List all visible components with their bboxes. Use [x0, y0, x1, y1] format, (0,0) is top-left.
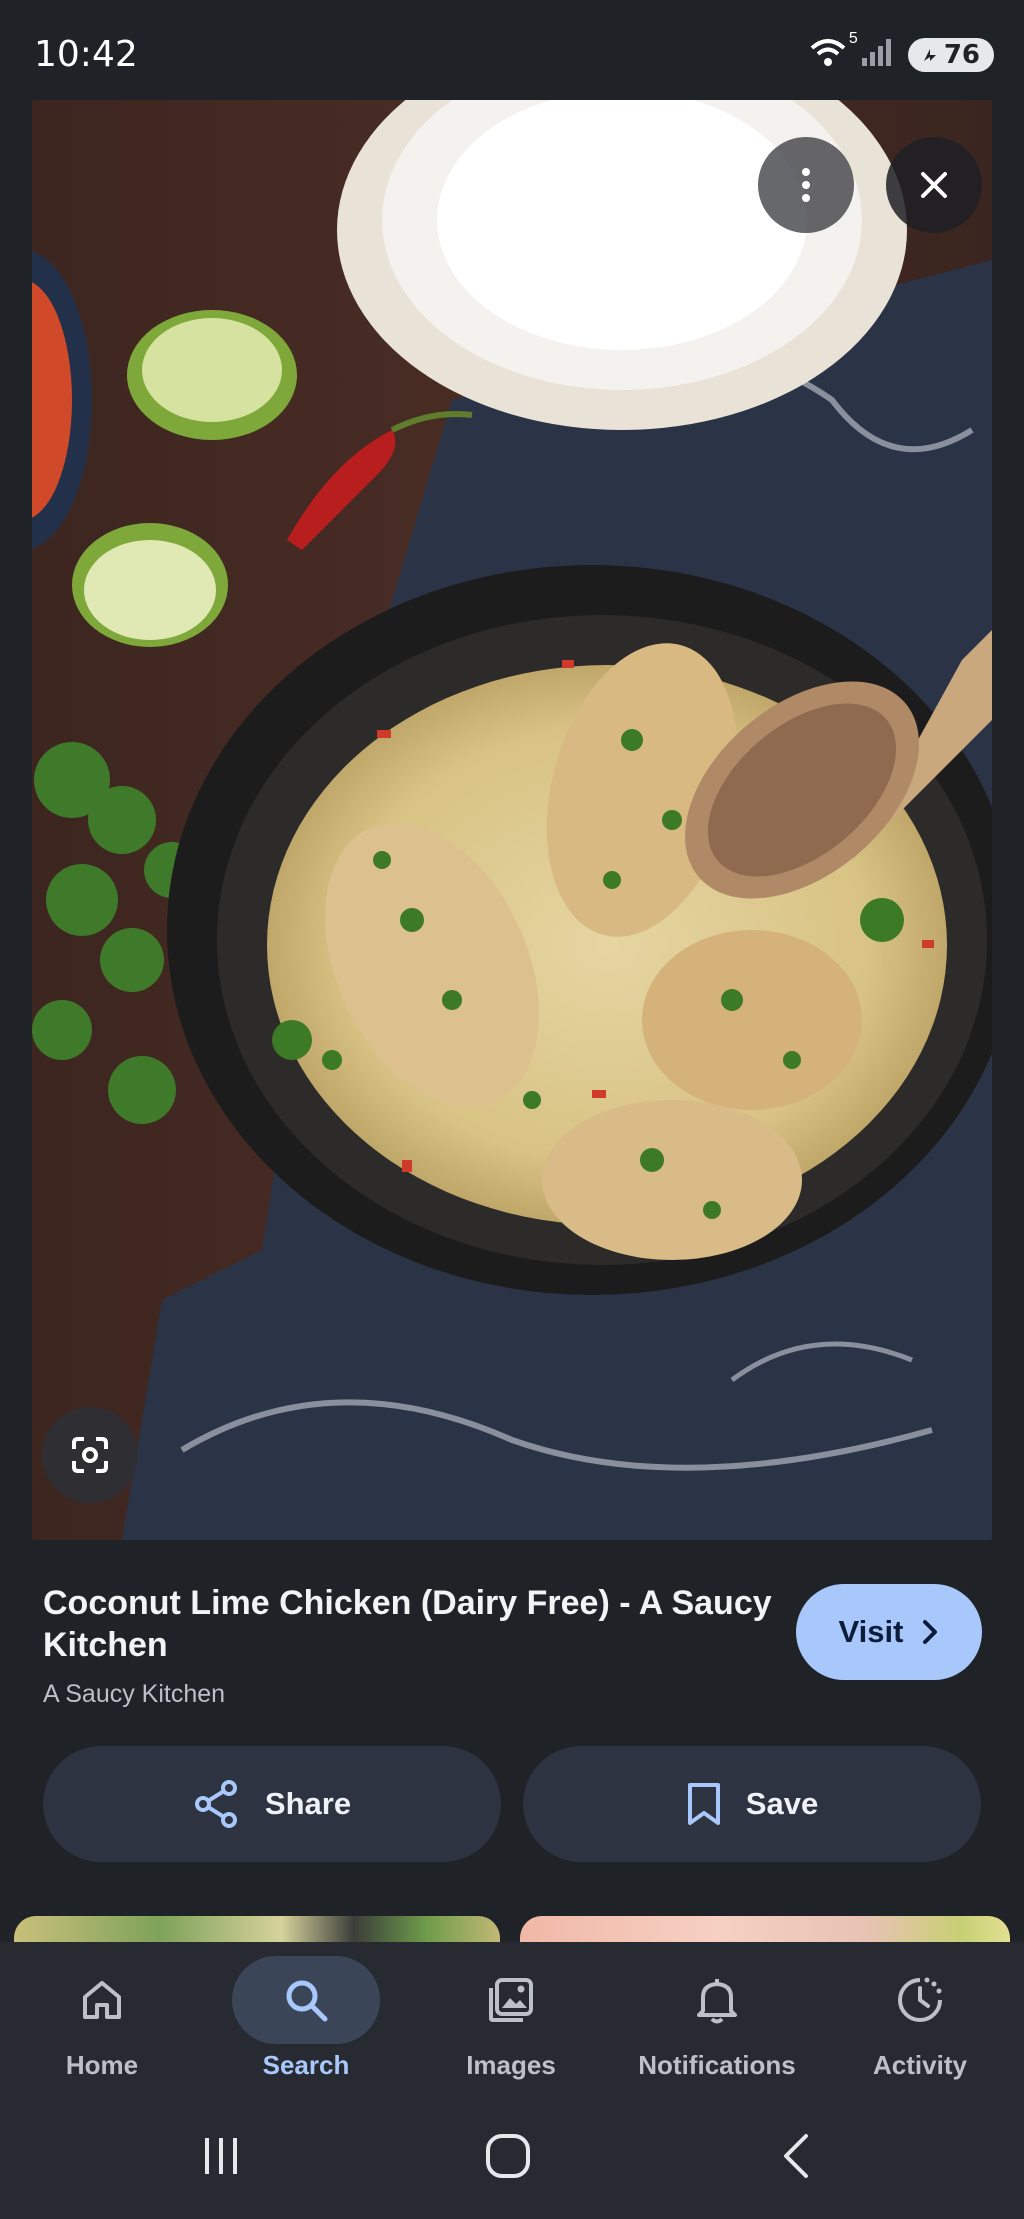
nav-home[interactable]: Home	[12, 1942, 192, 2092]
home-icon	[83, 1981, 121, 2019]
close-icon	[921, 172, 947, 198]
chevron-right-icon	[923, 1620, 938, 1644]
bottom-navigation: Home Search Images Notifications Activit…	[0, 1942, 1024, 2092]
recents-icon	[205, 2138, 237, 2174]
nav-search-label: Search	[262, 2050, 350, 2080]
status-icons: 5 76	[808, 30, 994, 73]
share-icon	[194, 1780, 237, 1828]
home-circle-icon	[486, 2134, 530, 2178]
close-button[interactable]	[886, 137, 982, 233]
bookmark-icon	[687, 1783, 720, 1825]
food-image[interactable]	[32, 100, 992, 1540]
activity-icon	[898, 1977, 942, 2022]
images-icon	[489, 1978, 533, 2022]
search-icon	[286, 1980, 328, 2022]
more-options-button[interactable]	[758, 137, 854, 233]
related-image-thumbnail[interactable]	[14, 1916, 500, 1942]
status-time: 10:42	[34, 34, 138, 75]
lens-icon	[72, 1437, 108, 1473]
save-button[interactable]: Save	[523, 1746, 981, 1862]
nav-images-label: Images	[466, 2050, 556, 2080]
visit-label: Visit	[838, 1614, 904, 1649]
nav-activity[interactable]: Activity	[830, 1942, 1010, 2092]
nav-activity-label: Activity	[873, 2050, 967, 2080]
result-title[interactable]: Coconut Lime Chicken (Dairy Free) - A Sa…	[43, 1582, 783, 1666]
signal-icon	[860, 36, 896, 73]
battery-level: 76	[943, 39, 980, 70]
wifi-badge: 5	[848, 30, 858, 47]
status-bar: 10:42 5 76	[0, 0, 1024, 100]
system-navigation-bar	[0, 2092, 1024, 2219]
back-icon	[784, 2134, 808, 2178]
visit-button[interactable]: Visit	[796, 1584, 982, 1680]
wifi-icon: 5	[808, 30, 858, 73]
result-source: A Saucy Kitchen	[43, 1680, 226, 1708]
lens-button[interactable]	[42, 1407, 138, 1503]
nav-search[interactable]: Search	[216, 1942, 396, 2092]
battery-icon: 76	[907, 37, 994, 72]
related-image-thumbnail[interactable]	[520, 1916, 1010, 1942]
back-button[interactable]	[766, 2126, 826, 2186]
nav-notifications-label: Notifications	[638, 2050, 796, 2080]
more-vert-icon	[802, 168, 810, 202]
nav-images[interactable]: Images	[421, 1942, 601, 2092]
system-home-button[interactable]	[478, 2126, 538, 2186]
share-label: Share	[264, 1786, 352, 1821]
bell-icon	[697, 1979, 737, 2024]
recents-button[interactable]	[191, 2126, 251, 2186]
nav-home-label: Home	[65, 2050, 139, 2080]
share-button[interactable]: Share	[43, 1746, 501, 1862]
nav-notifications[interactable]: Notifications	[626, 1942, 808, 2092]
save-label: Save	[745, 1786, 819, 1821]
